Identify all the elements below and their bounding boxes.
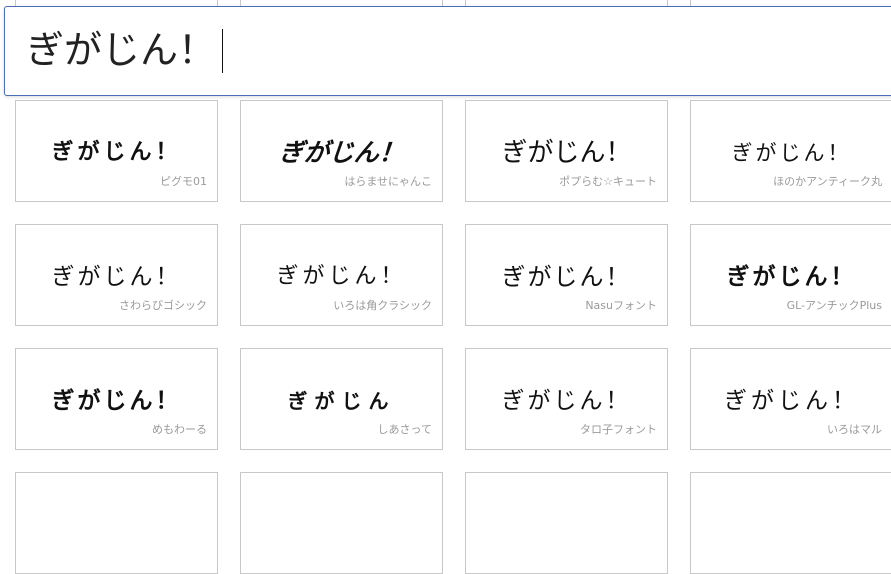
font-sample-text: ぎがじん！	[731, 141, 852, 165]
font-name-label: いろはマル	[827, 423, 882, 436]
font-card-partial-bottom[interactable]	[690, 472, 891, 574]
font-card[interactable]: ぎがじん！ ほのかアンティーク丸	[690, 100, 891, 202]
font-sample-text: ぎがじん	[287, 389, 396, 413]
font-card[interactable]: ぎがじん しあさって	[240, 348, 443, 450]
font-card-partial-bottom[interactable]	[465, 472, 668, 574]
font-card-partial-bottom[interactable]	[240, 472, 443, 574]
font-name-label: タロ子フォント	[580, 423, 657, 436]
font-sample-text: ぎがじん！	[51, 264, 182, 290]
font-card[interactable]: ぎがじん！ ピグモ01	[15, 100, 218, 202]
font-card[interactable]: ぎがじん！ いろはマル	[690, 348, 891, 450]
font-card[interactable]: ぎがじん！ ポプらむ☆キュート	[465, 100, 668, 202]
font-sample-text: ぎがじん！	[51, 140, 182, 165]
font-name-label: ポプらむ☆キュート	[559, 175, 657, 188]
font-card[interactable]: ぎがじん！ タロ子フォント	[465, 348, 668, 450]
font-name-label: しあさって	[377, 423, 432, 436]
sample-text-input-value: ぎがじん！	[26, 27, 224, 73]
font-card[interactable]: ぎがじん！ めもわーる	[15, 348, 218, 450]
input-value-text: ぎがじん！	[26, 28, 217, 72]
font-sample-text: ぎがじん！	[501, 388, 632, 414]
font-card[interactable]: ぎがじん！ はらませにゃんこ	[240, 100, 443, 202]
font-name-label: GL-アンチックPlus	[786, 299, 882, 312]
font-card[interactable]: ぎがじん！ Nasuフォント	[465, 224, 668, 326]
font-sample-text: ぎがじん！	[278, 138, 406, 167]
font-sample-text: ぎがじん！	[501, 263, 632, 291]
font-card[interactable]: ぎがじん！ さわらびゴシック	[15, 224, 218, 326]
font-name-label: めもわーる	[152, 423, 207, 436]
font-card[interactable]: ぎがじん！ GL-アンチックPlus	[690, 224, 891, 326]
font-sample-text: ぎがじん！	[51, 388, 182, 414]
font-name-label: ピグモ01	[160, 175, 207, 188]
font-card[interactable]: ぎがじん！ いろは角クラシック	[240, 224, 443, 326]
font-name-label: はらませにゃんこ	[344, 175, 432, 188]
font-card-partial-bottom[interactable]	[15, 472, 218, 574]
font-sample-text: ぎがじん！	[276, 264, 407, 289]
font-name-label: いろは角クラシック	[333, 299, 432, 312]
sample-text-input[interactable]: ぎがじん！	[4, 6, 891, 96]
font-sample-text: ぎがじん！	[501, 138, 632, 168]
font-sample-text: ぎがじん！	[724, 388, 859, 414]
text-caret	[222, 29, 224, 73]
font-name-label: さわらびゴシック	[119, 299, 207, 312]
font-name-label: Nasuフォント	[585, 299, 657, 312]
font-sample-text: ぎがじん！	[726, 264, 857, 290]
font-name-label: ほのかアンティーク丸	[773, 175, 882, 188]
